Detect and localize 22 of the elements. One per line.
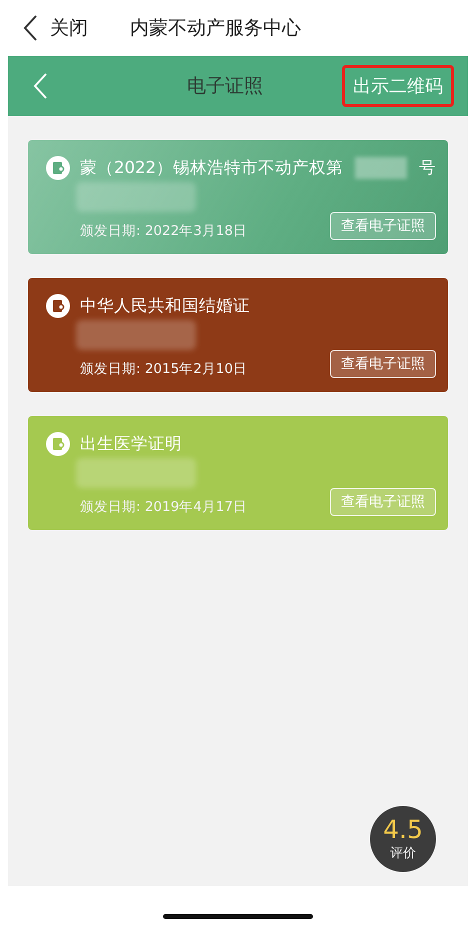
show-qr-code-button[interactable]: 出示二维码 xyxy=(342,65,454,107)
certificate-card[interactable]: 中华人民共和国结婚证 颁发日期: 2015年2月10日 查看电子证照 xyxy=(28,278,448,392)
certificate-title: 号 xyxy=(419,157,436,179)
certificate-title: 蒙（2022）锡林浩特市不动产权第 xyxy=(80,157,343,179)
issue-date: 颁发日期: 2022年3月18日 xyxy=(80,222,247,240)
certificate-icon xyxy=(46,294,70,318)
back-icon[interactable] xyxy=(22,14,38,42)
header-title: 电子证照 xyxy=(186,74,264,99)
certificate-icon xyxy=(46,432,70,456)
page-title: 内蒙不动产服务中心 xyxy=(130,16,301,41)
issue-date: 颁发日期: 2019年4月17日 xyxy=(80,498,247,516)
certificate-icon xyxy=(46,156,70,180)
certificate-card[interactable]: 出生医学证明 颁发日期: 2019年4月17日 查看电子证照 xyxy=(28,416,448,530)
certificate-title: 中华人民共和国结婚证 xyxy=(80,295,250,317)
view-certificate-button[interactable]: 查看电子证照 xyxy=(330,350,436,378)
certificate-card[interactable]: 蒙（2022）锡林浩特市不动产权第 号 颁发日期: 2022年3月18日 查看电子证照 xyxy=(28,140,448,254)
rating-button[interactable]: 4.5 评价 xyxy=(370,806,436,872)
close-link[interactable]: 关闭 xyxy=(50,15,88,41)
view-certificate-button[interactable]: 查看电子证照 xyxy=(330,212,436,240)
issue-date: 颁发日期: 2015年2月10日 xyxy=(80,360,247,378)
certificate-title: 出生医学证明 xyxy=(80,433,182,455)
view-certificate-button[interactable]: 查看电子证照 xyxy=(330,488,436,516)
